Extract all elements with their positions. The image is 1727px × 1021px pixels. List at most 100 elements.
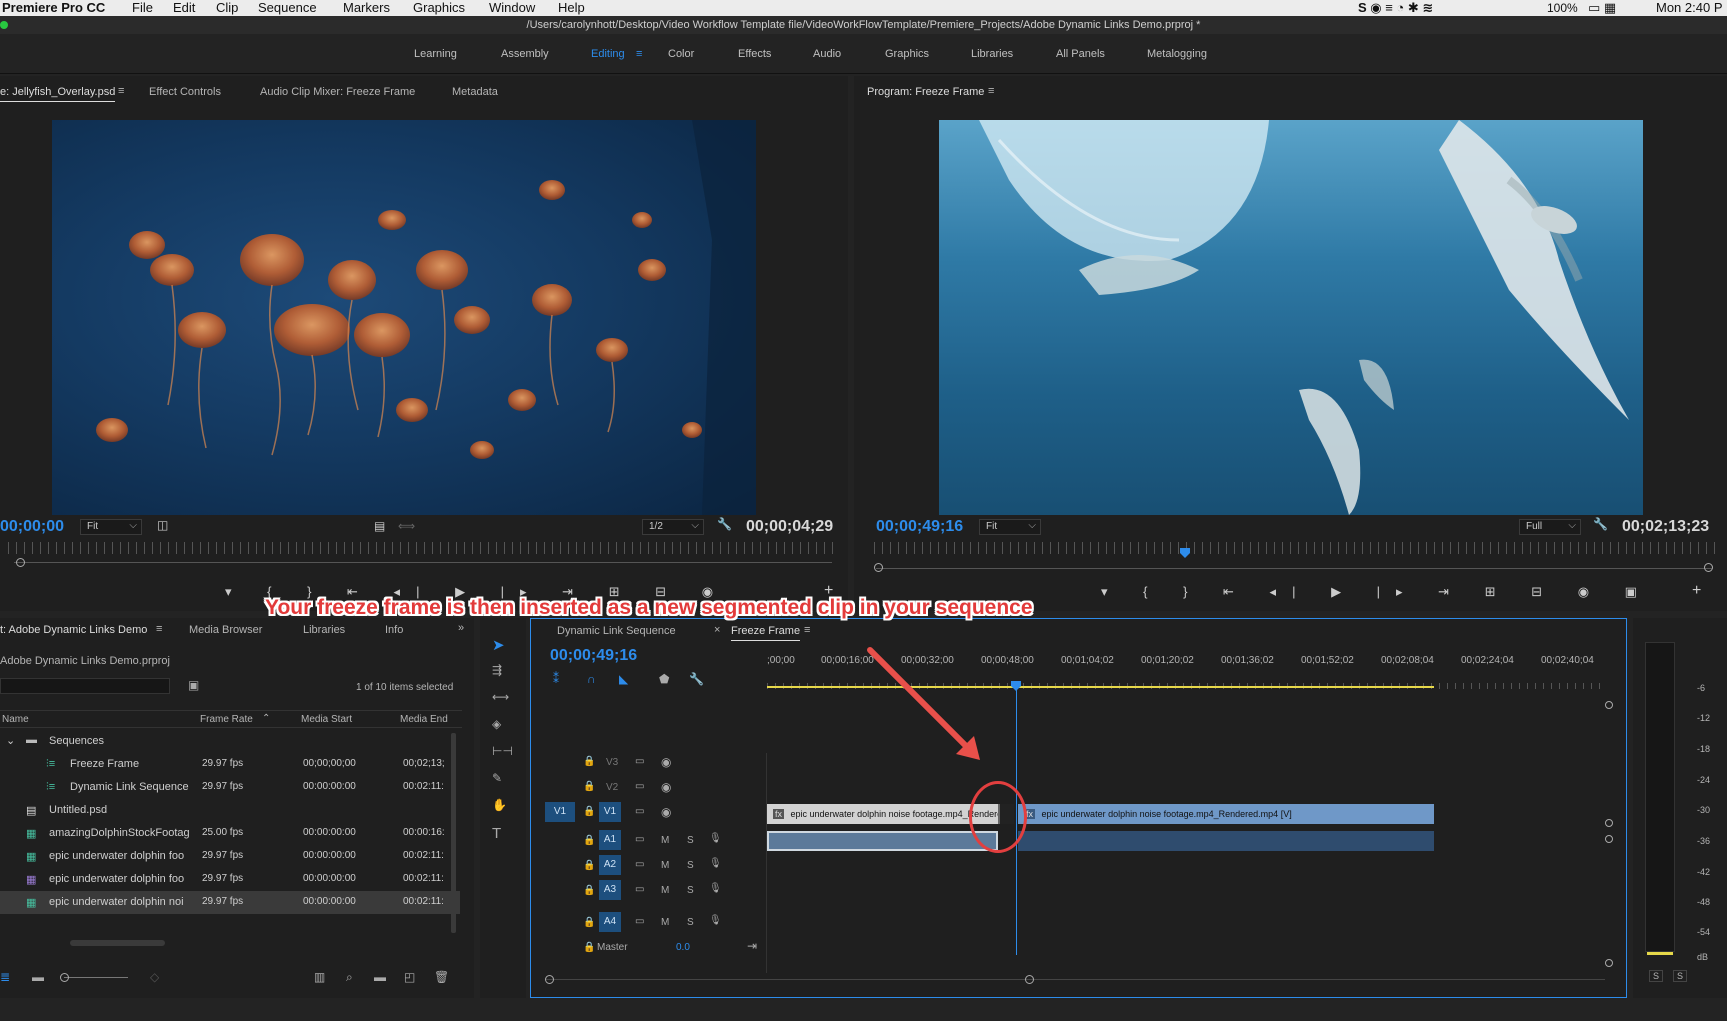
column-name[interactable]: Name (2, 714, 29, 725)
program-fit-select[interactable]: Fit (979, 519, 1041, 535)
sync-lock-icon[interactable]: ▭ (635, 781, 644, 792)
timeline-zoom-handle-left[interactable] (545, 975, 554, 984)
program-zoom-handle-right[interactable] (1704, 563, 1713, 572)
sort-ascending-icon[interactable]: ⌃ (262, 713, 270, 724)
mute-button[interactable]: M (661, 917, 669, 928)
source-time-ruler[interactable] (8, 542, 838, 554)
linked-selection-icon[interactable]: ∩ (587, 672, 596, 686)
audio-clip-1[interactable] (767, 831, 998, 851)
hand-tool-icon[interactable]: ✋ (492, 798, 507, 812)
solo-button[interactable]: S (687, 917, 694, 928)
find-icon[interactable]: ⌕ (346, 970, 353, 985)
clock[interactable]: Mon 2:40 P (1656, 0, 1723, 16)
voice-over-mic-icon[interactable]: 🎙 (709, 883, 722, 894)
workspace-effects[interactable]: Effects (738, 48, 771, 60)
sync-lock-icon[interactable]: ▭ (635, 806, 644, 817)
track-label-v2[interactable]: V2 (606, 782, 618, 793)
audio-scroll-handle-top[interactable] (1605, 835, 1613, 843)
tab-project[interactable]: t: Adobe Dynamic Links Demo (0, 624, 147, 636)
workspace-editing[interactable]: Editing (591, 48, 625, 60)
list-item[interactable]: ▦ epic underwater dolphin foo 29.97 fps … (0, 868, 460, 891)
menu-markers[interactable]: Markers (343, 0, 390, 16)
selection-tool-icon[interactable]: ➤ (492, 636, 505, 654)
project-horizontal-scrollbar[interactable] (70, 940, 165, 946)
source-playhead-timecode[interactable]: 00;00;00 (0, 518, 64, 536)
audio-scroll-handle-bottom[interactable] (1605, 959, 1613, 967)
list-item[interactable]: ⫶≡ Dynamic Link Sequence 29.97 fps 00:00… (0, 776, 460, 799)
source-settings-icon[interactable]: ◫ (157, 518, 168, 532)
program-wrench-icon[interactable]: 🔧 (1593, 517, 1608, 531)
workspace-color[interactable]: Color (668, 48, 694, 60)
solo-button[interactable]: S (687, 885, 694, 896)
sync-lock-icon[interactable]: ▭ (635, 859, 644, 870)
workspace-all-panels[interactable]: All Panels (1056, 48, 1105, 60)
status-icons[interactable]: S ◉ ≡ ◔ ✱ ≋ (1358, 0, 1433, 16)
source-overlay-icon[interactable]: ▤ (374, 519, 385, 533)
thumbnail-size-handle[interactable] (60, 973, 69, 982)
video-scroll-handle[interactable] (1605, 819, 1613, 827)
timeline-playhead-timecode[interactable]: 00;00;49;16 (550, 647, 637, 665)
program-add-button-icon[interactable]: + (1692, 582, 1701, 600)
menu-sequence[interactable]: Sequence (258, 0, 317, 16)
trash-icon[interactable]: 🗑 (434, 970, 449, 984)
column-frame-rate[interactable]: Frame Rate (200, 714, 253, 725)
menu-file[interactable]: File (132, 0, 153, 16)
workspace-menu-icon[interactable]: ≡ (636, 48, 642, 60)
list-item[interactable]: ▤ Untitled.psd (0, 799, 460, 822)
tab-info[interactable]: Info (385, 624, 403, 636)
workspace-metalogging[interactable]: Metalogging (1147, 48, 1207, 60)
timeline-zoom-handle-right[interactable] (1025, 975, 1034, 984)
column-media-start[interactable]: Media Start (301, 714, 352, 725)
workspace-learning[interactable]: Learning (414, 48, 457, 60)
menu-help[interactable]: Help (558, 0, 585, 16)
timeline-settings-wrench-icon[interactable]: 🔧 (689, 672, 704, 686)
list-item[interactable]: ▦ epic underwater dolphin foo 29.97 fps … (0, 845, 460, 868)
tab-libraries[interactable]: Libraries (303, 624, 345, 636)
lock-icon[interactable]: 🔒 (583, 917, 595, 928)
voice-over-mic-icon[interactable]: 🎙 (709, 833, 722, 844)
master-go-to-end-icon[interactable]: ⇥ (747, 939, 757, 953)
app-menu[interactable]: Premiere Pro CC (2, 0, 105, 16)
eye-icon[interactable]: ◉ (661, 780, 671, 794)
new-bin-icon[interactable]: ▬ (374, 970, 386, 984)
snap-icon[interactable]: ⁑ (553, 672, 559, 686)
solo-button[interactable]: S (687, 860, 694, 871)
marker-icon[interactable]: ⬟ (659, 672, 669, 686)
new-item-icon[interactable]: ◰ (404, 970, 415, 984)
track-label-v3[interactable]: V3 (606, 757, 618, 768)
icon-view-icon[interactable]: ▬ (32, 970, 44, 984)
program-playhead-timecode[interactable]: 00;00;49;16 (876, 518, 963, 536)
project-vertical-scrollbar[interactable] (451, 733, 456, 933)
program-time-ruler[interactable] (874, 542, 1716, 554)
automate-to-sequence-icon[interactable]: ▥ (314, 970, 325, 984)
source-fit-select[interactable]: Fit (80, 519, 142, 535)
tab-program-menu-icon[interactable]: ≡ (988, 85, 994, 97)
menu-graphics[interactable]: Graphics (413, 0, 465, 16)
solo-button[interactable]: S (687, 835, 694, 846)
thumbnail-size-slider[interactable] (64, 977, 128, 978)
slip-tool-icon[interactable]: ⊢⊣ (492, 744, 513, 758)
track-label-a3[interactable]: A3 (599, 880, 621, 900)
source-zoom-handle[interactable] (16, 558, 25, 567)
tab-media-browser[interactable]: Media Browser (189, 624, 262, 636)
menu-edit[interactable]: Edit (173, 0, 195, 16)
tab-program[interactable]: Program: Freeze Frame (867, 86, 984, 98)
voice-over-mic-icon[interactable]: 🎙 (709, 858, 722, 869)
tab-freeze-frame[interactable]: Freeze Frame (731, 625, 801, 641)
video-clip-1[interactable]: fx epic underwater dolphin noise footage… (767, 804, 998, 824)
tab-freeze-frame-menu-icon[interactable]: ≡ (804, 624, 810, 636)
menu-window[interactable]: Window (489, 0, 535, 16)
battery-icon[interactable]: ▭ ▦ (1588, 0, 1616, 16)
workspace-graphics[interactable]: Graphics (885, 48, 929, 60)
type-tool-icon[interactable]: T (492, 825, 501, 842)
workspace-audio[interactable]: Audio (813, 48, 841, 60)
timeline-horizontal-scrollbar[interactable] (545, 979, 1605, 980)
list-item-selected[interactable]: ▦ epic underwater dolphin noi 29.97 fps … (0, 891, 460, 914)
column-media-end[interactable]: Media End (400, 714, 448, 725)
voice-over-mic-icon[interactable]: 🎙 (709, 915, 722, 926)
new-bin-from-search-icon[interactable]: ▣ (188, 678, 199, 692)
source-wrench-icon[interactable]: 🔧 (717, 517, 732, 531)
sync-lock-icon[interactable]: ▭ (635, 884, 644, 895)
lock-icon[interactable]: 🔒 (583, 860, 595, 871)
tab-source[interactable]: e: Jellyfish_Overlay.psd (0, 86, 116, 102)
